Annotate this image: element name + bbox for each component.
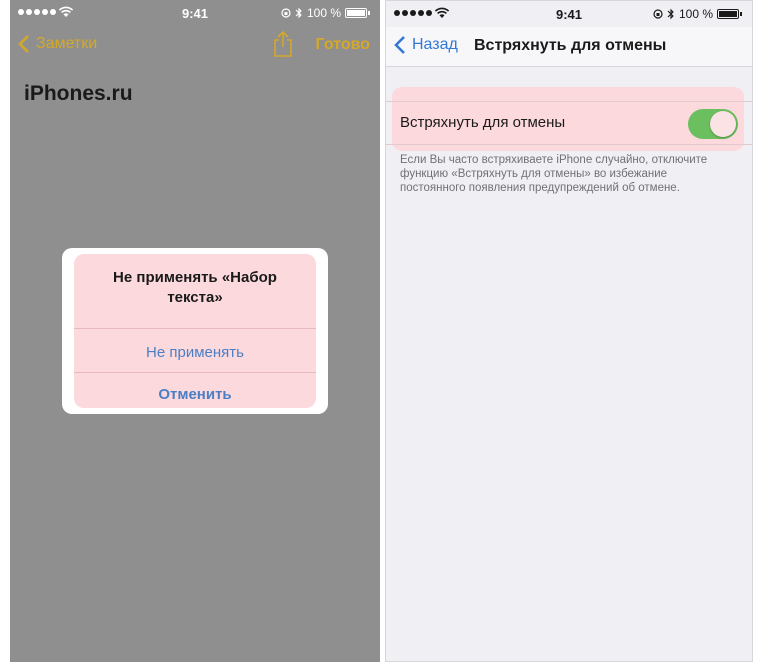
- status-bar: 9:41 100 %: [10, 0, 380, 26]
- alert-divider: [74, 328, 316, 329]
- undo-alert: Не применять «Набор текста» Не применять…: [62, 248, 328, 414]
- toggle-knob: [710, 111, 736, 137]
- battery-percent: 100 %: [678, 7, 713, 21]
- page-title: Встряхнуть для отмены: [474, 37, 667, 54]
- bluetooth-icon: [667, 8, 674, 20]
- status-bar: 9:41 100 %: [386, 1, 752, 27]
- dont-apply-button[interactable]: Не применять: [74, 344, 316, 361]
- rotation-lock-icon: [653, 9, 663, 19]
- settings-screen: 9:41 100 % Назад Встряхнуть для отмены В…: [385, 0, 753, 662]
- back-to-notes-button[interactable]: Заметки: [18, 34, 97, 54]
- setting-label: Встряхнуть для отмены: [400, 114, 566, 131]
- chevron-left-icon: [18, 35, 29, 53]
- note-title[interactable]: iPhones.ru: [24, 82, 133, 106]
- battery-icon: [717, 9, 739, 19]
- alert-divider: [74, 372, 316, 373]
- cancel-button[interactable]: Отменить: [74, 386, 316, 403]
- alert-highlight: Не применять «Набор текста» Не применять…: [74, 254, 316, 408]
- bluetooth-icon: [295, 7, 302, 19]
- notes-nav-bar: Заметки Готово: [10, 30, 380, 62]
- battery-percent: 100 %: [306, 6, 341, 20]
- shake-to-undo-row[interactable]: Встряхнуть для отмены: [386, 101, 752, 145]
- settings-nav-bar: Назад Встряхнуть для отмены: [386, 27, 752, 67]
- share-icon[interactable]: [272, 30, 294, 58]
- back-button[interactable]: Назад: [394, 35, 458, 55]
- done-button[interactable]: Готово: [316, 36, 370, 54]
- rotation-lock-icon: [281, 8, 291, 18]
- battery-icon: [345, 8, 367, 18]
- alert-title: Не применять «Набор текста»: [113, 269, 277, 306]
- back-label: Заметки: [36, 35, 98, 52]
- chevron-left-icon: [394, 36, 405, 54]
- setting-description: Если Вы часто встряхиваете iPhone случай…: [400, 154, 708, 194]
- notes-screen: 9:41 100 % Заметки Готово iPhones.ru Не …: [10, 0, 380, 662]
- back-label: Назад: [412, 36, 458, 53]
- shake-to-undo-toggle[interactable]: [688, 109, 738, 139]
